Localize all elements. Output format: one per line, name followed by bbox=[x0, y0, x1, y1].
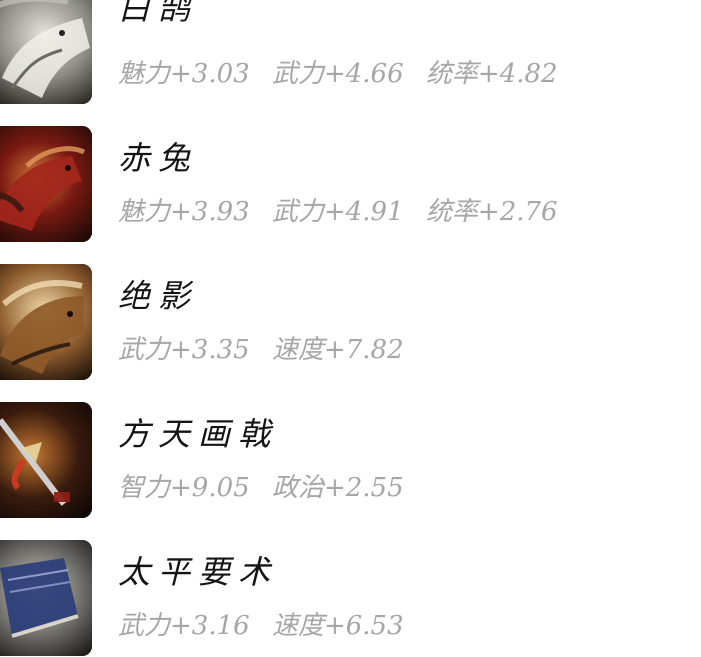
item-stats: 魅力+3.93 武力+4.91 统率+2.76 bbox=[118, 196, 572, 228]
item-stats: 智力+9.05 政治+2.55 bbox=[118, 472, 418, 504]
book-icon bbox=[0, 540, 92, 656]
item-stats: 魅力+3.03 武力+4.66 统率+4.82 bbox=[118, 58, 572, 90]
stat-force: 武力+4.91 bbox=[271, 197, 404, 227]
list-item[interactable]: 太平要术 武力+3.16 速度+6.53 bbox=[0, 540, 701, 656]
halberd-icon bbox=[0, 402, 92, 518]
item-name: 方天画戟 bbox=[118, 415, 279, 453]
item-name: 赤兔 bbox=[118, 139, 199, 177]
stat-force: 武力+3.16 bbox=[118, 611, 250, 641]
stat-intelligence: 智力+9.05 bbox=[118, 473, 250, 503]
item-name: 太平要术 bbox=[118, 553, 279, 591]
item-name: 绝影 bbox=[118, 277, 199, 315]
stat-command: 统率+4.82 bbox=[425, 59, 558, 89]
stat-command: 统率+2.76 bbox=[425, 197, 558, 227]
list-item[interactable]: 绝影 武力+3.35 速度+7.82 bbox=[0, 264, 701, 380]
list-item[interactable]: 方天画戟 智力+9.05 政治+2.55 bbox=[0, 402, 701, 518]
item-name: 白鹄 bbox=[118, 0, 199, 27]
item-stats: 武力+3.35 速度+7.82 bbox=[118, 334, 418, 366]
stat-politics: 政治+2.55 bbox=[271, 473, 404, 503]
stat-force: 武力+3.35 bbox=[118, 335, 250, 365]
item-stats: 武力+3.16 速度+6.53 bbox=[118, 610, 418, 642]
list-item[interactable]: 白鹄 魅力+3.03 武力+4.66 统率+4.82 bbox=[0, 0, 701, 104]
stat-speed: 速度+7.82 bbox=[271, 335, 404, 365]
item-list: 白鹄 魅力+3.03 武力+4.66 统率+4.82 赤兔 魅力+3.93 武力… bbox=[0, 0, 701, 657]
stat-charm: 魅力+3.03 bbox=[118, 59, 250, 89]
list-item[interactable]: 赤兔 魅力+3.93 武力+4.91 统率+2.76 bbox=[0, 126, 701, 242]
stat-force: 武力+4.66 bbox=[271, 59, 404, 89]
stat-charm: 魅力+3.93 bbox=[118, 197, 250, 227]
stat-speed: 速度+6.53 bbox=[271, 611, 404, 641]
white-horse-icon bbox=[0, 0, 92, 104]
brown-horse-icon bbox=[0, 264, 92, 380]
red-horse-icon bbox=[0, 126, 92, 242]
